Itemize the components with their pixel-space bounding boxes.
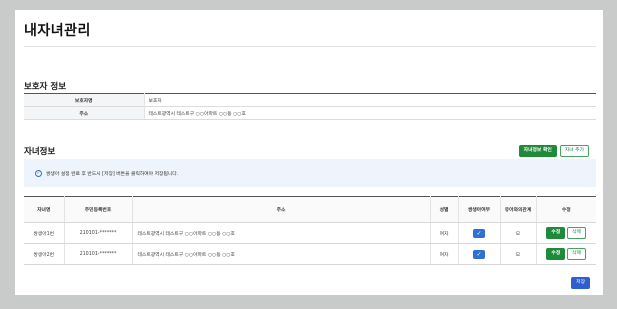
guardian-value: 테스트광역시 테스트구 ○○아파트 ○○동 ○○호 <box>144 106 596 120</box>
column-header: 수정 <box>536 196 596 223</box>
delete-button[interactable]: 삭제 <box>567 227 587 239</box>
page-title: 내자녀관리 <box>24 23 91 39</box>
column-header: 유아와의관계 <box>500 196 537 223</box>
info-icon: ✓ <box>35 169 42 177</box>
guardian-label: 주소 <box>24 106 145 120</box>
table-row: 쌍생아2번 210101-******* 테스트광역시 테스트구 ○○아파트 ○… <box>24 243 596 265</box>
twin-checkbox[interactable]: ✓ <box>473 249 485 259</box>
guardian-info-table: 보호자명 보호자 주소 테스트광역시 테스트구 ○○아파트 ○○동 ○○호 <box>24 93 596 120</box>
child-address: 테스트광역시 테스트구 ○○아파트 ○○동 ○○호 <box>132 243 431 265</box>
child-rrn: 210101-******* <box>64 243 133 265</box>
child-rrn: 210101-******* <box>64 222 133 244</box>
child-gender: 여자 <box>430 222 459 244</box>
notice-text: 쌍생아 설정 완료 후 반드시 [저장] 버튼을 클릭하여야 저장됩니다. <box>46 171 179 177</box>
column-header: 주소 <box>132 196 431 223</box>
column-header: 주민등록번호 <box>64 196 133 223</box>
column-header: 쌍생아여부 <box>458 196 501 223</box>
add-child-button[interactable]: 자녀 추가 <box>559 145 589 157</box>
save-area: 저장 <box>571 268 590 289</box>
edit-button[interactable]: 수정 <box>546 227 566 239</box>
guardian-row: 보호자명 보호자 <box>24 93 596 107</box>
table-row: 쌍생아1번 210101-******* 테스트광역시 테스트구 ○○아파트 ○… <box>24 222 596 244</box>
table-header-row: 자녀명 주민등록번호 주소 성별 쌍생아여부 유아와의관계 수정 <box>24 196 596 223</box>
actions-cell: 수정 삭제 <box>536 222 596 244</box>
guardian-section-title: 보호자 정보 <box>24 82 67 92</box>
child-relation: 모 <box>500 222 537 244</box>
child-name: 쌍생아1번 <box>24 222 65 244</box>
guardian-label: 보호자명 <box>24 93 145 107</box>
title-divider <box>24 46 596 47</box>
guardian-value: 보호자 <box>144 93 596 107</box>
page-container: 내자녀관리 보호자 정보 보호자명 보호자 주소 테스트광역시 테스트구 ○○아… <box>15 10 603 295</box>
children-section-title: 자녀정보 <box>24 147 56 157</box>
guardian-row: 주소 테스트광역시 테스트구 ○○아파트 ○○동 ○○호 <box>24 106 596 120</box>
confirm-children-button[interactable]: 자녀정보 확인 <box>518 145 557 157</box>
notice-box: ✓ 쌍생아 설정 완료 후 반드시 [저장] 버튼을 클릭하여야 저장됩니다. <box>24 159 596 187</box>
child-gender: 여자 <box>430 243 459 265</box>
column-header: 성별 <box>430 196 459 223</box>
child-relation: 모 <box>500 243 537 265</box>
actions-cell: 수정 삭제 <box>536 243 596 265</box>
twin-cell: ✓ <box>458 222 501 244</box>
child-address: 테스트광역시 테스트구 ○○아파트 ○○동 ○○호 <box>132 222 431 244</box>
delete-button[interactable]: 삭제 <box>567 248 587 260</box>
twin-checkbox[interactable]: ✓ <box>473 228 485 238</box>
twin-cell: ✓ <box>458 243 501 265</box>
children-toolbar: 자녀정보 확인 자녀 추가 <box>518 145 589 157</box>
child-name: 쌍생아2번 <box>24 243 65 265</box>
edit-button[interactable]: 수정 <box>546 248 566 260</box>
save-button[interactable]: 저장 <box>571 277 590 289</box>
column-header: 자녀명 <box>24 196 65 223</box>
children-table: 자녀명 주민등록번호 주소 성별 쌍생아여부 유아와의관계 수정 쌍생아1번 2… <box>24 196 596 265</box>
